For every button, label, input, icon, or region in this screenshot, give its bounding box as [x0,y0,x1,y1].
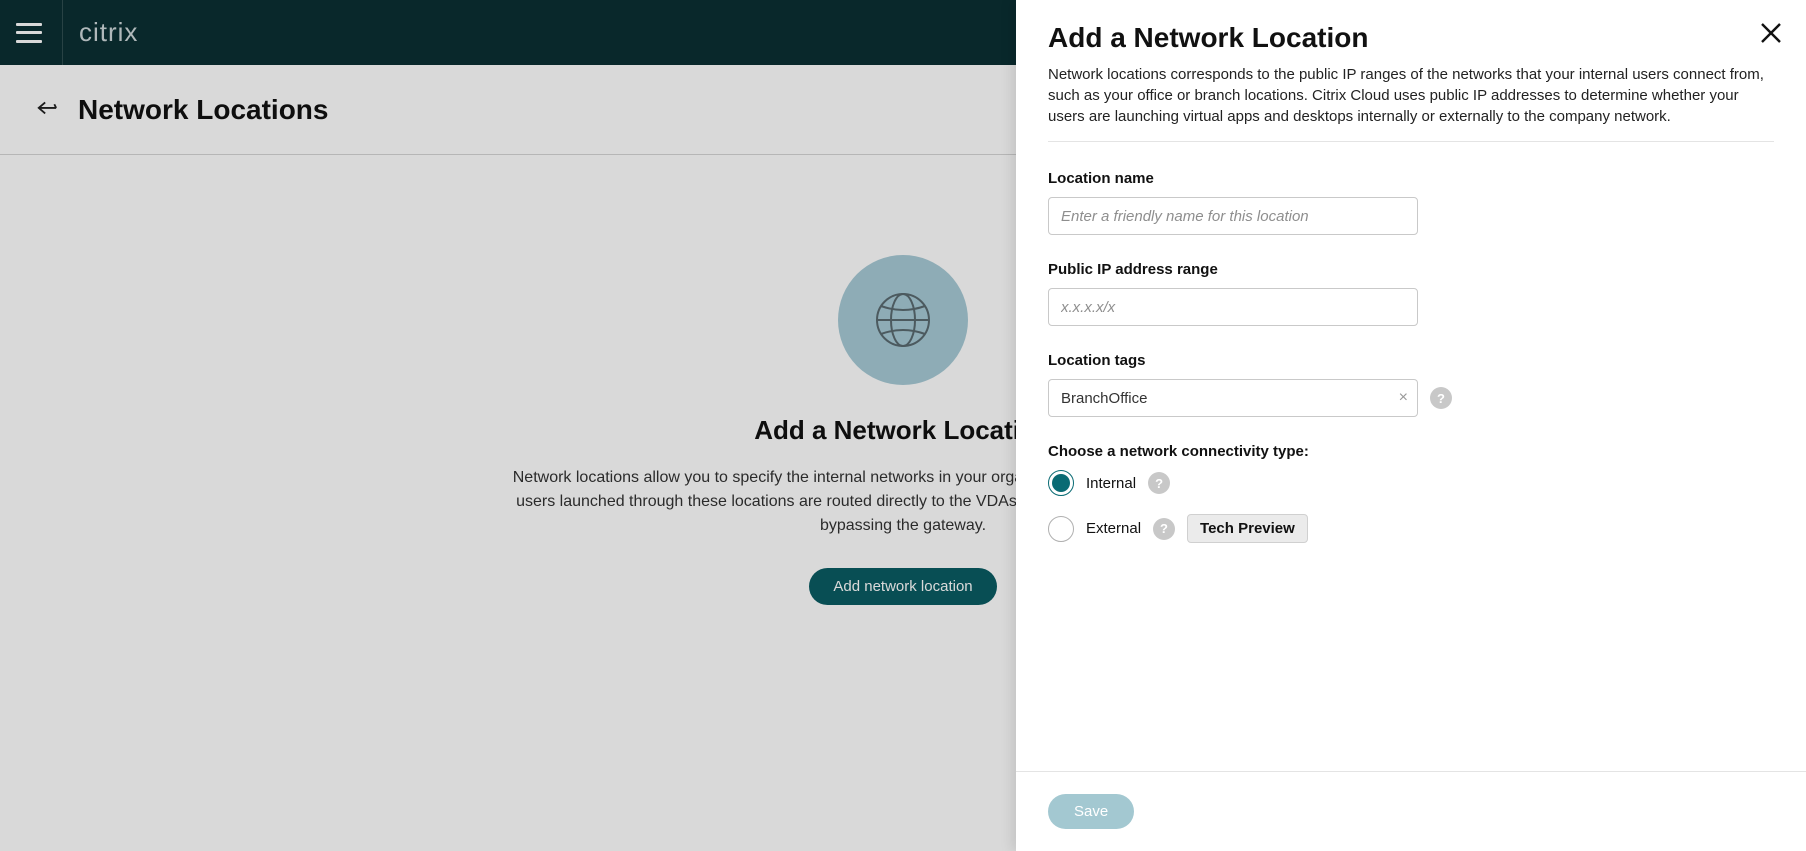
close-icon[interactable] [1760,22,1782,49]
save-button[interactable]: Save [1048,794,1134,829]
location-name-input[interactable] [1048,197,1418,235]
location-tags-label: Location tags [1048,352,1774,369]
radio-external[interactable]: External ? Tech Preview [1048,514,1774,543]
panel-description: Network locations corresponds to the pub… [1048,64,1774,127]
ip-range-label: Public IP address range [1048,261,1774,278]
radio-internal-control[interactable] [1048,470,1074,496]
add-network-location-panel: Add a Network Location Network locations… [1016,0,1806,851]
help-icon[interactable]: ? [1153,518,1175,540]
help-icon[interactable]: ? [1148,472,1170,494]
radio-external-label: External [1086,520,1141,537]
location-name-field: Location name [1048,170,1774,235]
location-tags-field: Location tags × ? [1048,352,1774,417]
radio-external-control[interactable] [1048,516,1074,542]
panel-title: Add a Network Location [1048,22,1774,54]
connectivity-type-field: Choose a network connectivity type: Inte… [1048,443,1774,543]
radio-internal[interactable]: Internal ? [1048,470,1774,496]
ip-range-input[interactable] [1048,288,1418,326]
radio-internal-label: Internal [1086,475,1136,492]
location-tags-input[interactable] [1048,379,1418,417]
location-name-label: Location name [1048,170,1774,187]
tech-preview-badge: Tech Preview [1187,514,1308,543]
connectivity-type-label: Choose a network connectivity type: [1048,443,1774,460]
panel-footer: Save [1016,771,1806,851]
ip-range-field: Public IP address range [1048,261,1774,326]
help-icon[interactable]: ? [1430,387,1452,409]
clear-tag-icon[interactable]: × [1399,389,1408,407]
